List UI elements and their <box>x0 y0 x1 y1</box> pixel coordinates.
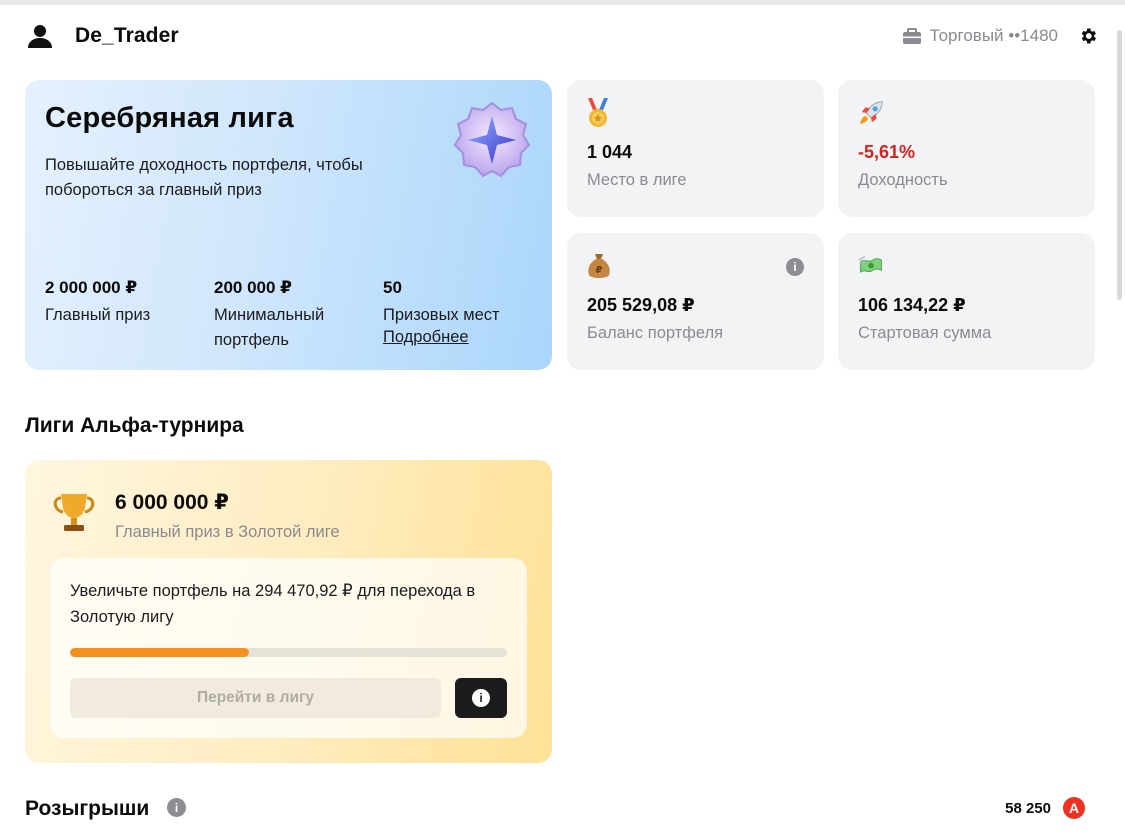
gold-prize-label: Главный приз в Золотой лиге <box>115 523 340 541</box>
points-balance[interactable]: 58 250 A <box>1005 797 1085 819</box>
league-progress-bar <box>70 648 507 657</box>
place-card: 1 044 Место в лиге <box>567 80 824 217</box>
silver-league-card: Серебряная лига Повышайте доходность пор… <box>25 80 552 370</box>
balance-info-icon[interactable]: i <box>786 258 804 276</box>
raffles-section-title: Розыгрыши <box>25 797 150 820</box>
svg-text:₽: ₽ <box>596 265 603 276</box>
account-selector[interactable]: Торговый ••1480 <box>902 26 1058 46</box>
medal-icon <box>587 98 613 128</box>
leagues-section-title: Лиги Альфа-турнира <box>25 414 244 437</box>
start-amount-card: 106 134,22 ₽ Стартовая сумма <box>838 233 1095 370</box>
balance-label: Баланс портфеля <box>587 324 724 342</box>
upgrade-text: Увеличьте портфель на 294 470,92 ₽ для п… <box>70 582 476 626</box>
gold-prize-value: 6 000 000 ₽ <box>115 491 229 514</box>
trophy-icon <box>51 490 97 536</box>
yield-card: -5,61% Доходность <box>838 80 1095 217</box>
stat-prize-places: 50 Призовых мест Подробнее <box>383 278 552 353</box>
flying-money-icon <box>858 251 884 281</box>
stat-min-portfolio: 200 000 ₽ Минимальный портфель <box>214 278 383 353</box>
silver-medal-icon <box>452 100 532 180</box>
go-to-league-button[interactable]: Перейти в лигу <box>70 678 441 718</box>
start-amount-value: 106 134,22 ₽ <box>858 295 966 315</box>
yield-label: Доходность <box>858 171 948 189</box>
stat-label: Призовых мест <box>383 306 500 324</box>
stat-label: Главный приз <box>45 306 151 324</box>
league-info-button[interactable]: i <box>455 678 507 718</box>
upgrade-panel: Увеличьте портфель на 294 470,92 ₽ для п… <box>50 558 527 738</box>
place-value: 1 044 <box>587 142 633 162</box>
stat-value: 2 000 000 ₽ <box>45 278 138 297</box>
stat-label: Минимальный портфель <box>214 306 325 349</box>
balance-value: 205 529,08 ₽ <box>587 295 695 315</box>
stat-value: 200 000 ₽ <box>214 278 293 297</box>
gold-league-card: 6 000 000 ₽ Главный приз в Золотой лиге … <box>25 460 552 763</box>
stat-value: 50 <box>383 278 402 297</box>
header: De_Trader Торговый ••1480 <box>25 18 1100 54</box>
top-divider <box>0 0 1125 5</box>
balance-card: ₽ i 205 529,08 ₽ Баланс портфеля <box>567 233 824 370</box>
alfa-logo-icon: A <box>1063 797 1085 819</box>
points-value: 58 250 <box>1005 799 1051 817</box>
progress-fill <box>70 648 250 657</box>
raffles-info-icon[interactable]: i <box>167 798 186 817</box>
gear-icon[interactable] <box>1076 24 1100 48</box>
league-description: Повышайте доходность портфеля, чтобы поб… <box>45 156 363 199</box>
scrollbar[interactable] <box>1117 30 1122 300</box>
account-label: Торговый ••1480 <box>929 26 1058 45</box>
money-bag-icon: ₽ <box>587 251 613 281</box>
username: De_Trader <box>75 24 179 47</box>
yield-value: -5,61% <box>858 142 916 162</box>
place-label: Место в лиге <box>587 171 687 189</box>
rocket-icon <box>858 98 884 128</box>
info-icon: i <box>472 689 490 707</box>
user-icon[interactable] <box>25 21 55 51</box>
briefcase-icon <box>902 27 922 45</box>
more-details-link[interactable]: Подробнее <box>383 328 552 347</box>
stat-main-prize: 2 000 000 ₽ Главный приз <box>45 278 214 353</box>
start-amount-label: Стартовая сумма <box>858 324 992 342</box>
